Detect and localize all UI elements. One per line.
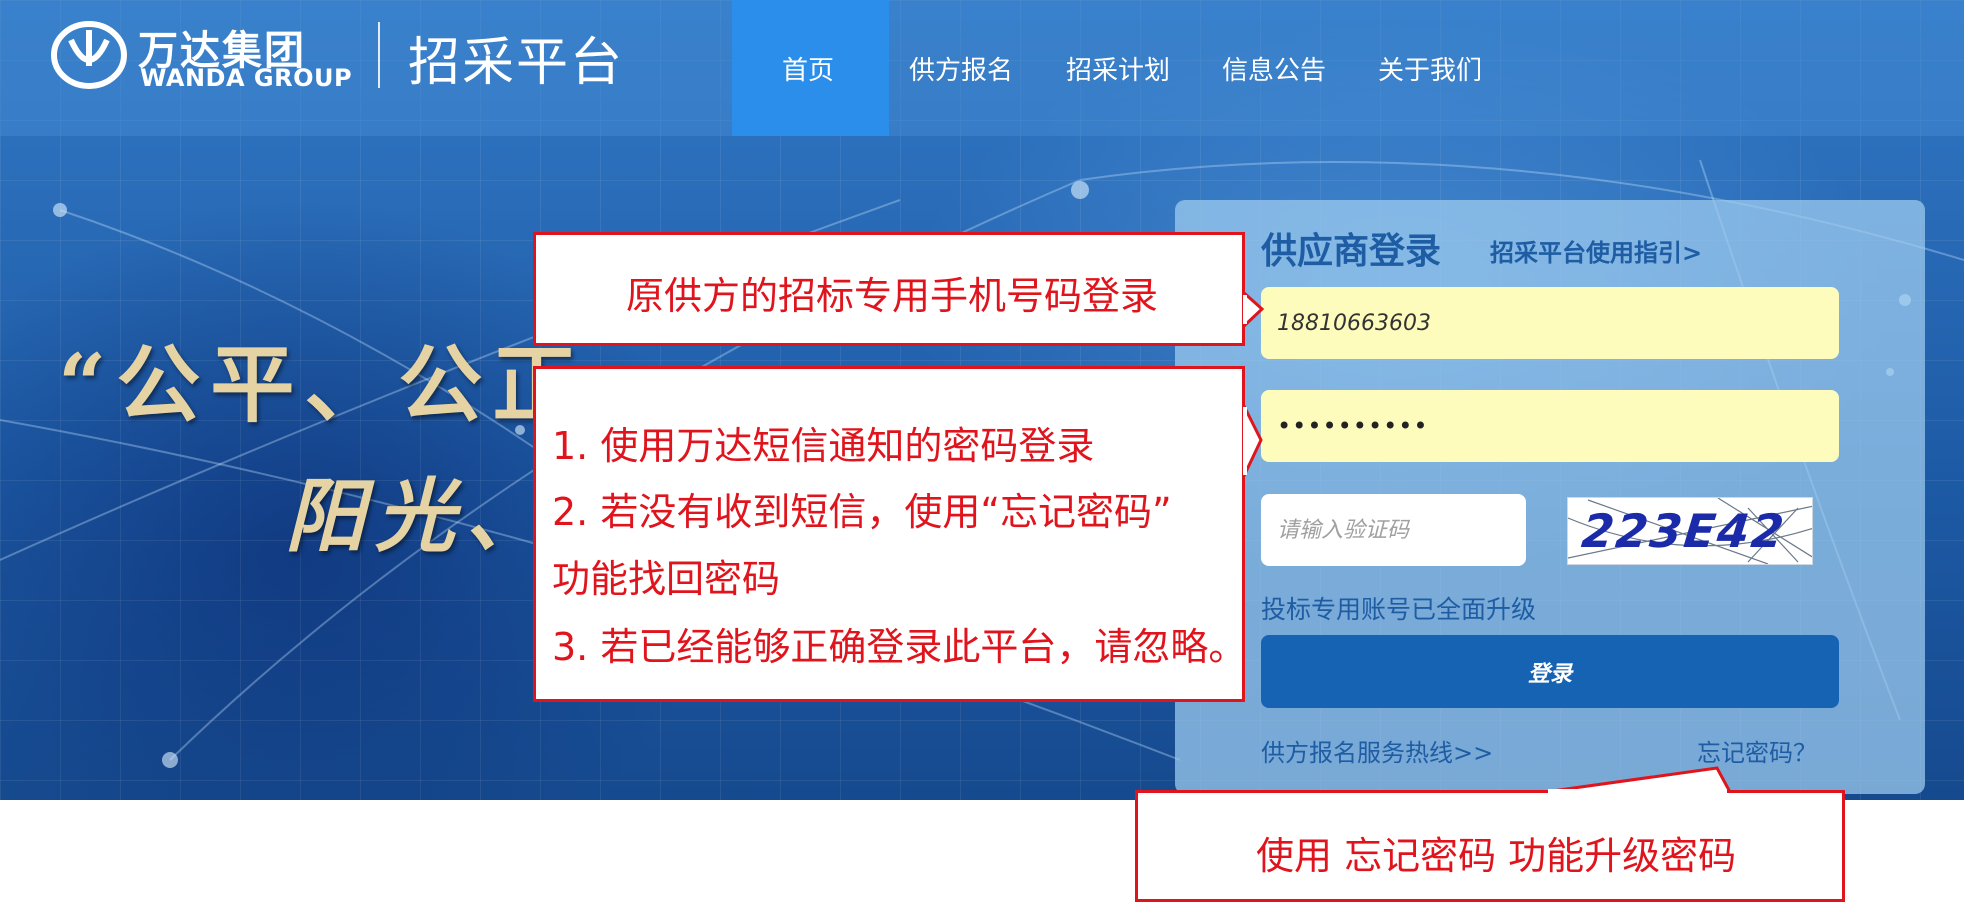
annotation-pointer-seam xyxy=(1243,295,1727,793)
page: 万达集团 WANDA GROUP 招采平台 首页 供方报名 招采计划 信息公告 … xyxy=(0,0,1964,908)
